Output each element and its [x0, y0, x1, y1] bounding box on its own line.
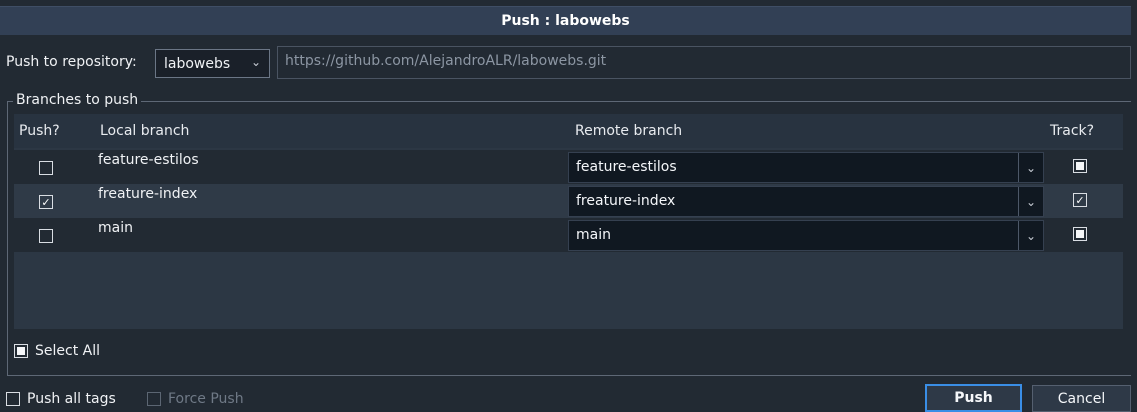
cancel-button[interactable]: Cancel: [1032, 385, 1131, 412]
chevron-down-icon[interactable]: ⌄: [1018, 187, 1043, 216]
repository-url-field[interactable]: https://github.com/AlejandroALR/labowebs…: [277, 46, 1131, 79]
repository-label: Push to repository:: [6, 54, 137, 70]
table-row[interactable]: main main ⌄: [14, 218, 1123, 252]
push-all-tags-label: Push all tags: [27, 391, 116, 407]
repository-selected-value: labowebs: [164, 55, 231, 72]
repository-row: Push to repository: labowebs ⌄ https://g…: [0, 44, 1131, 82]
select-all-control[interactable]: Select All: [14, 343, 100, 359]
remote-branch-dropdown[interactable]: freature-index ⌄: [568, 186, 1044, 217]
column-header-push[interactable]: Push?: [19, 123, 60, 139]
push-checkbox[interactable]: [39, 161, 53, 175]
select-all-checkbox[interactable]: [14, 344, 28, 358]
force-push-label: Force Push: [168, 391, 244, 407]
remote-branch-value: feature-estilos: [576, 159, 677, 175]
column-header-track[interactable]: Track?: [1050, 123, 1094, 139]
column-header-remote-branch[interactable]: Remote branch: [575, 123, 682, 139]
table-row[interactable]: ✓ freature-index freature-index ⌄ ✓: [14, 184, 1123, 218]
force-push-checkbox[interactable]: [147, 392, 161, 406]
remote-branch-value: main: [576, 227, 611, 243]
table-row[interactable]: feature-estilos feature-estilos ⌄: [14, 150, 1123, 184]
track-checkbox[interactable]: [1073, 159, 1087, 173]
local-branch-name: main: [98, 220, 133, 236]
push-checkbox[interactable]: [39, 229, 53, 243]
chevron-down-icon[interactable]: ⌄: [1018, 153, 1043, 182]
force-push-option[interactable]: Force Push: [147, 391, 244, 407]
remote-branch-dropdown[interactable]: main ⌄: [568, 220, 1044, 251]
branches-table: Push? Local branch Remote branch Track? …: [14, 114, 1123, 329]
column-header-local-branch[interactable]: Local branch: [100, 123, 189, 139]
repository-dropdown[interactable]: labowebs ⌄: [155, 49, 270, 78]
branches-group-label: Branches to push: [13, 92, 142, 108]
remote-branch-value: freature-index: [576, 193, 676, 209]
table-header: Push? Local branch Remote branch Track?: [14, 114, 1123, 148]
select-all-label: Select All: [35, 343, 100, 359]
local-branch-name: feature-estilos: [98, 152, 199, 168]
push-checkbox[interactable]: ✓: [39, 195, 53, 209]
push-button[interactable]: Push: [925, 384, 1022, 412]
local-branch-name: freature-index: [98, 186, 198, 202]
track-checkbox[interactable]: [1073, 227, 1087, 241]
push-all-tags-checkbox[interactable]: [6, 392, 20, 406]
chevron-down-icon[interactable]: ⌄: [1018, 221, 1043, 250]
chevron-down-icon: ⌄: [250, 55, 261, 69]
bottom-bar: Push all tags Force Push Push Cancel: [0, 384, 1137, 412]
dialog-title: Push : labowebs: [501, 13, 630, 29]
remote-branch-dropdown[interactable]: feature-estilos ⌄: [568, 152, 1044, 183]
repository-url-text: https://github.com/AlejandroALR/labowebs…: [285, 53, 607, 69]
track-checkbox[interactable]: ✓: [1073, 193, 1087, 207]
push-all-tags-option[interactable]: Push all tags: [6, 391, 116, 407]
dialog-title-bar: Push : labowebs: [0, 6, 1131, 35]
